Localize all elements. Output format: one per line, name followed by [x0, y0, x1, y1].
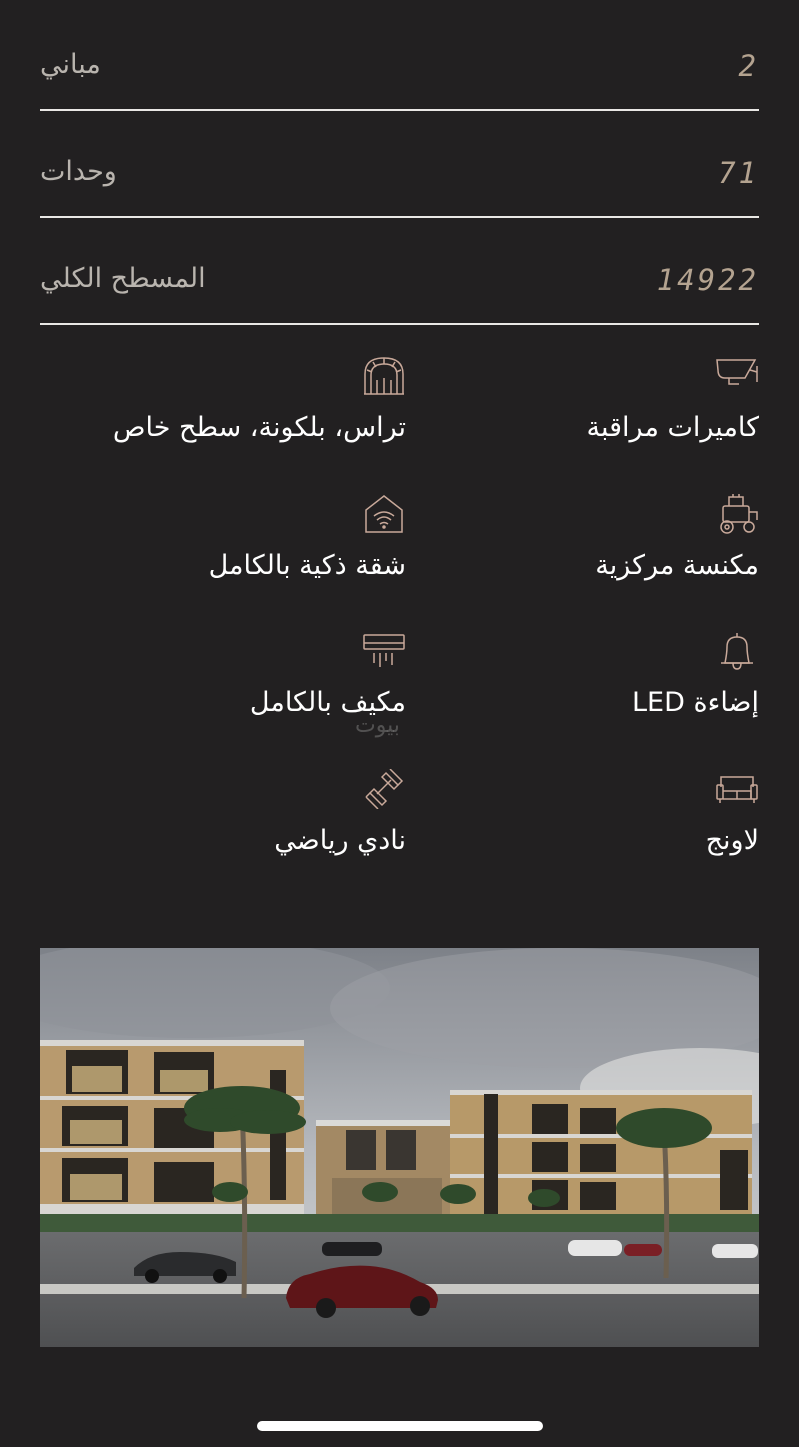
stat-value-total-area: 14922 — [656, 263, 759, 297]
air-conditioner-icon — [362, 631, 406, 671]
stat-label-units: وحدات — [40, 156, 117, 187]
stat-row-buildings: مباني 2 — [40, 4, 759, 111]
feature-surveillance-cameras: كاميرات مراقبة — [419, 356, 759, 443]
vacuum-machine-icon — [715, 494, 759, 534]
feature-label: لاونج — [705, 825, 759, 856]
watermark-logo: بيوت — [355, 713, 400, 738]
stat-label-total-area: المسطح الكلي — [40, 263, 206, 294]
arched-window-icon — [362, 356, 406, 396]
sofa-icon — [715, 769, 759, 809]
feature-gym: نادي رياضي — [66, 768, 406, 856]
feature-label: إضاءة LED — [632, 687, 759, 718]
feature-led-lighting: إضاءة LED — [419, 631, 759, 718]
feature-label: شقة ذكية بالكامل — [208, 550, 406, 581]
stat-label-buildings: مباني — [40, 49, 101, 80]
dumbbell-icon — [362, 768, 406, 810]
feature-label: نادي رياضي — [274, 825, 406, 856]
security-camera-icon — [715, 356, 759, 396]
stat-row-total-area: المسطح الكلي 14922 — [40, 218, 759, 325]
stat-value-units: 71 — [718, 156, 759, 190]
feature-label: تراس، بلكونة، سطح خاص — [112, 412, 406, 443]
home-indicator[interactable] — [257, 1421, 543, 1431]
feature-label: كاميرات مراقبة — [586, 412, 759, 443]
project-details-screen: مباني 2 وحدات 71 المسطح الكلي 14922 كامي… — [0, 0, 799, 1447]
smart-home-wifi-icon — [362, 494, 406, 534]
feature-air-conditioning: مكيف بالكامل — [66, 631, 406, 718]
feature-terrace-balcony: تراس، بلكونة، سطح خاص — [66, 356, 406, 443]
stat-value-buildings: 2 — [738, 49, 759, 83]
feature-lounge: لاونج — [419, 769, 759, 856]
feature-central-vacuum: مكنسة مركزية — [419, 494, 759, 581]
project-render-image[interactable] — [40, 948, 759, 1347]
feature-label: مكنسة مركزية — [595, 550, 759, 581]
feature-smart-home: شقة ذكية بالكامل — [66, 494, 406, 581]
stat-row-units: وحدات 71 — [40, 111, 759, 218]
bell-lamp-icon — [715, 631, 759, 671]
